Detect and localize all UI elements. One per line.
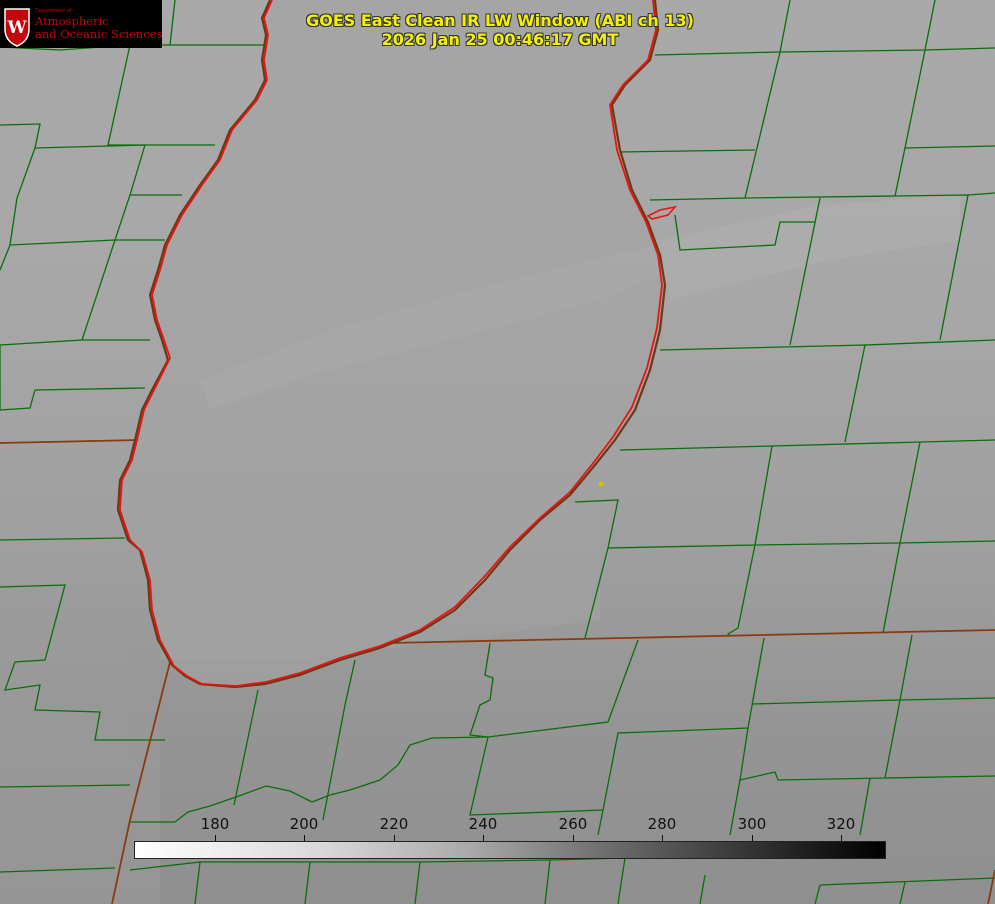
colorbar-tick-label: 260 xyxy=(558,815,588,833)
title-timestamp: 2026 Jan 25 00:46:17 GMT xyxy=(381,30,619,49)
uw-crest-icon: W xyxy=(4,8,30,47)
crest-letter: W xyxy=(6,18,27,38)
colorbar-tick-label: 320 xyxy=(826,815,856,833)
logo-line1: Atmospheric xyxy=(35,14,109,28)
image-title: GOES East Clean IR LW Window (ABI ch 13)… xyxy=(290,11,710,49)
colorbar-tick-label: 200 xyxy=(289,815,319,833)
map-overlay xyxy=(0,0,995,904)
colorbar-tick-label: 180 xyxy=(200,815,230,833)
aos-logo: W Department of Atmospheric and Oceanic … xyxy=(0,0,162,48)
satellite-image: W Department of Atmospheric and Oceanic … xyxy=(0,0,995,904)
logo-line2: and Oceanic Sciences xyxy=(35,27,163,41)
colorbar-tick-label: 300 xyxy=(737,815,767,833)
colorbar-tick-label: 280 xyxy=(647,815,677,833)
location-marker xyxy=(598,481,604,487)
colorbar-tick-label: 220 xyxy=(379,815,409,833)
temperature-colorbar xyxy=(134,841,886,859)
title-product: GOES East Clean IR LW Window (ABI ch 13) xyxy=(306,11,694,30)
colorbar-tick-label: 240 xyxy=(468,815,498,833)
bay-inlet xyxy=(646,205,678,220)
